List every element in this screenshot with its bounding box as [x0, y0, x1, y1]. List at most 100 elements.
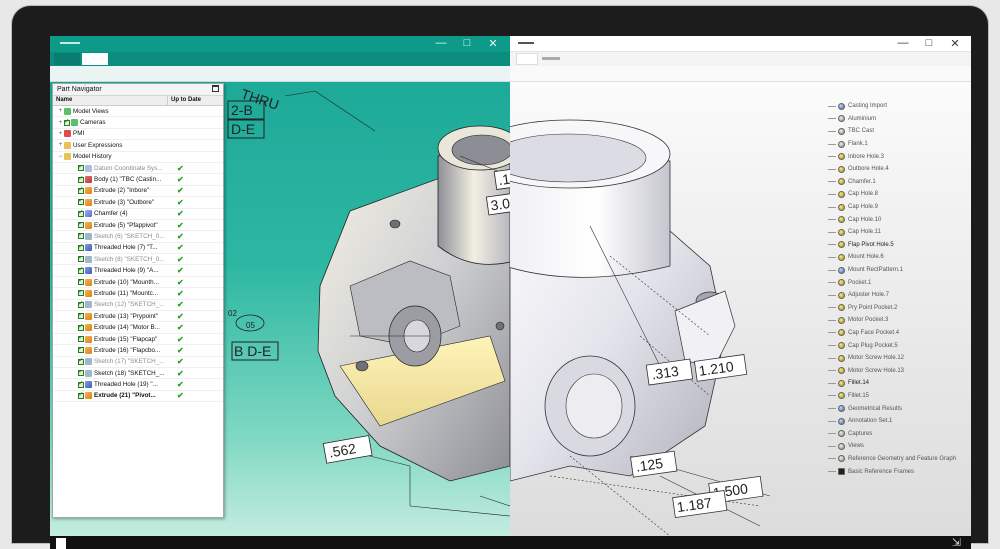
navigator-row[interactable]: Sketch (8) "SKETCH_0... ✔	[53, 254, 223, 266]
side-bore-inner	[565, 373, 623, 439]
spec-tree-node[interactable]: Fillet.15	[828, 390, 968, 403]
navigator-row[interactable]: Extrude (11) "Mountc... ✔	[53, 288, 223, 300]
spec-tree-node[interactable]: Reference Geometry and Feature Graph	[828, 453, 968, 466]
navigator-row-label: Threaded Hole (9) "A...	[94, 267, 159, 275]
model-feature-icon	[64, 107, 71, 115]
visibility-checkbox[interactable]	[78, 290, 84, 297]
navigator-row[interactable]: + User Expressions	[53, 140, 223, 152]
spec-tree-node[interactable]: Outbore Hole.4	[828, 163, 968, 176]
visibility-checkbox[interactable]	[64, 119, 70, 126]
spec-tree-node[interactable]: Pry Point Pocket.2	[828, 302, 968, 315]
visibility-checkbox[interactable]	[78, 176, 84, 183]
navigator-row-name: Extrude (15) "Flapcap"	[53, 335, 171, 343]
spec-tree-node[interactable]: Mount RectPattern.1	[828, 264, 968, 277]
spec-tree-node[interactable]: Basic Reference Frames	[828, 465, 968, 478]
visibility-checkbox[interactable]	[78, 199, 84, 206]
annotation-05: 05	[246, 321, 255, 330]
spec-tree-node[interactable]: Flap Pivot Hole.5	[828, 239, 968, 252]
visibility-checkbox[interactable]	[78, 244, 84, 251]
visibility-checkbox[interactable]	[78, 381, 84, 388]
navigator-row[interactable]: Body (1) "TBC (Castin... ✔	[53, 174, 223, 186]
spec-tree-node[interactable]: Motor Screw Hole.13	[828, 364, 968, 377]
navigator-row[interactable]: Extrude (13) "Prypoint" ✔	[53, 311, 223, 323]
navigator-row[interactable]: − Model History	[53, 152, 223, 163]
visibility-checkbox[interactable]	[78, 210, 84, 217]
visibility-checkbox[interactable]	[78, 324, 84, 331]
spec-tree-node[interactable]: Casting Import	[828, 100, 968, 113]
navigator-row[interactable]: Extrude (5) "Pfappivot" ✔	[53, 220, 223, 232]
expand-toggle-icon[interactable]: +	[57, 131, 64, 137]
visibility-checkbox[interactable]	[78, 301, 84, 308]
spec-tree-label: Inbore Hole.3	[848, 153, 885, 160]
spec-tree-node[interactable]: Annotation Set.1	[828, 415, 968, 428]
expand-toggle-icon[interactable]: +	[57, 108, 64, 114]
navigator-row[interactable]: Threaded Hole (9) "A... ✔	[53, 265, 223, 277]
annotation-de: D-E	[231, 121, 255, 137]
spec-tree-node[interactable]: Cap Hole.11	[828, 226, 968, 239]
navigator-row[interactable]: Extrude (2) "Inbore" ✔	[53, 186, 223, 198]
navigator-row[interactable]: Sketch (18) "SKETCH_... ✔	[53, 368, 223, 380]
navigator-row[interactable]: Datum Coordinate Sys... ✔	[53, 163, 223, 175]
navigator-row[interactable]: Threaded Hole (7) "T... ✔	[53, 243, 223, 255]
spec-tree-label: Motor Screw Hole.12	[848, 355, 905, 362]
spec-tree-node[interactable]: Chamfer.1	[828, 176, 968, 189]
spec-tree-node[interactable]: Mount Hole.6	[828, 251, 968, 264]
spec-tree-node[interactable]: Captures	[828, 427, 968, 440]
visibility-checkbox[interactable]	[78, 370, 84, 377]
navigator-row[interactable]: + PMI	[53, 129, 223, 141]
visibility-checkbox[interactable]	[78, 233, 84, 240]
spec-tree-node[interactable]: Adjuster Hole.7	[828, 289, 968, 302]
tree-branch-line	[828, 269, 836, 271]
up-to-date-check-icon: ✔	[177, 323, 184, 333]
navigator-row[interactable]: Extrude (3) "Outbore" ✔	[53, 197, 223, 209]
expand-toggle-icon[interactable]: +	[57, 120, 64, 126]
spec-tree-node[interactable]: Cap Face Pocket.4	[828, 327, 968, 340]
expand-toggle-icon[interactable]: −	[57, 154, 64, 160]
visibility-checkbox[interactable]	[78, 358, 84, 365]
visibility-checkbox[interactable]	[78, 165, 84, 172]
spec-tree-node[interactable]: Cap Plug Pocket.5	[828, 339, 968, 352]
visibility-checkbox[interactable]	[78, 279, 84, 286]
spec-tree-node[interactable]: Cap Hole.9	[828, 201, 968, 214]
spec-tree-node[interactable]: Motor Screw Hole.12	[828, 352, 968, 365]
visibility-checkbox[interactable]	[78, 187, 84, 194]
column-header-name[interactable]: Name	[53, 96, 168, 105]
visibility-checkbox[interactable]	[78, 256, 84, 263]
spec-tree-node[interactable]: Motor Pocket.3	[828, 314, 968, 327]
spec-tree-node[interactable]: Fillet.14	[828, 377, 968, 390]
spec-tree-node[interactable]: Flank.1	[828, 138, 968, 151]
spec-tree-node[interactable]: Inbore Hole.3	[828, 150, 968, 163]
navigator-row[interactable]: Extrude (10) "Mounth... ✔	[53, 277, 223, 289]
navigator-row[interactable]: + Cameras	[53, 117, 223, 129]
navigator-row[interactable]: Extrude (15) "Flapcap" ✔	[53, 334, 223, 346]
spec-tree-node[interactable]: Cap Hole.8	[828, 188, 968, 201]
navigator-row[interactable]: Sketch (6) "SKETCH_0... ✔	[53, 231, 223, 243]
spec-tree-node[interactable]: Aluminium	[828, 113, 968, 126]
spec-tree-node[interactable]: Geometrical Results	[828, 402, 968, 415]
start-square-icon[interactable]	[56, 538, 66, 549]
spec-tree-node[interactable]: Pocket.1	[828, 276, 968, 289]
navigator-row-label: Extrude (21) "Pivot...	[94, 392, 156, 400]
visibility-checkbox[interactable]	[78, 392, 84, 399]
visibility-checkbox[interactable]	[78, 347, 84, 354]
visibility-checkbox[interactable]	[78, 313, 84, 320]
expand-toggle-icon[interactable]: +	[57, 142, 64, 148]
spec-tree-node[interactable]: Views	[828, 440, 968, 453]
navigator-row[interactable]: Chamfer (4) ✔	[53, 209, 223, 220]
navigator-row[interactable]: Extrude (21) "Pivot... ✔	[53, 391, 223, 403]
navigator-row-name: Extrude (16) "Flapcbo...	[53, 346, 171, 354]
tree-branch-line	[828, 408, 836, 410]
visibility-checkbox[interactable]	[78, 222, 84, 229]
column-header-status[interactable]: Up to Date	[168, 96, 204, 105]
spec-tree-node[interactable]: TBC Cast	[828, 125, 968, 138]
maximize-panel-icon[interactable]	[212, 85, 219, 92]
navigator-row[interactable]: Sketch (12) "SKETCH_... ✔	[53, 300, 223, 312]
navigator-row[interactable]: + Model Views	[53, 106, 223, 118]
spec-tree-node[interactable]: Cap Hole.10	[828, 213, 968, 226]
navigator-row[interactable]: Sketch (17) "SKETCH_... ✔	[53, 357, 223, 368]
navigator-row[interactable]: Extrude (14) "Motor B... ✔	[53, 322, 223, 334]
navigator-row[interactable]: Extrude (16) "Flapcbo... ✔	[53, 345, 223, 357]
visibility-checkbox[interactable]	[78, 336, 84, 342]
navigator-row[interactable]: Threaded Hole (19) "... ✔	[53, 379, 223, 391]
visibility-checkbox[interactable]	[78, 267, 84, 274]
